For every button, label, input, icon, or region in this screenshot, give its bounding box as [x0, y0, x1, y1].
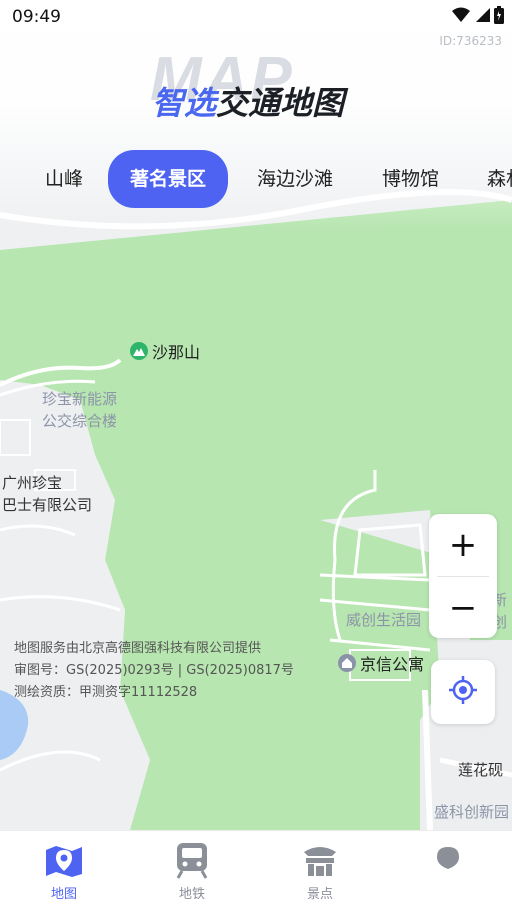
subway-icon — [142, 839, 242, 881]
app-title-highlight: 智选 — [152, 84, 217, 122]
tab-profile[interactable] — [398, 839, 498, 883]
category-beach[interactable]: 海边沙滩 — [257, 150, 333, 208]
clock: 09:49 — [12, 7, 61, 27]
zoom-out-button[interactable]: − — [429, 577, 497, 639]
status-bar: 09:49 — [0, 0, 512, 32]
signal-icon — [474, 7, 490, 27]
poi-jingxin-apartment[interactable]: 京信公寓 — [338, 651, 424, 675]
tab-label: 地图 — [50, 887, 77, 902]
tab-label: 景点 — [306, 887, 333, 902]
crosshair-icon — [448, 675, 478, 709]
category-mountains[interactable]: 山峰 — [45, 150, 83, 208]
poi-label: 京信公寓 — [360, 655, 425, 674]
category-famous-scenic[interactable]: 著名景区 — [108, 150, 229, 208]
map-label-residence: 威创生活园 — [346, 611, 422, 629]
app-title: 智选交通地图 — [152, 78, 344, 124]
category-forest[interactable]: 森林 — [487, 150, 512, 208]
credit-line: 审图号：GS(2025)0293号 | GS(2025)0817号 — [14, 663, 294, 678]
map-icon — [14, 839, 114, 881]
poi-label: 沙那山 — [152, 343, 201, 362]
building-pin-icon — [338, 654, 356, 672]
battery-icon — [494, 6, 504, 28]
credit-line: 测绘资质：甲测资字11112528 — [14, 685, 198, 700]
map-label-company: 广州珍宝 巴士有限公司 — [2, 474, 93, 514]
credit-line: 地图服务由北京高德图强科技有限公司提供 — [14, 641, 262, 656]
app-title-rest: 交通地图 — [216, 84, 345, 122]
map-label-bus-depot: 珍宝新能源 公交综合楼 — [42, 390, 118, 430]
category-tabs: 山峰 著名景区 海边沙滩 博物馆 森林 — [0, 150, 512, 210]
landmark-icon — [270, 839, 370, 881]
category-museum[interactable]: 博物馆 — [382, 150, 439, 208]
tab-label: 地铁 — [178, 887, 205, 902]
zoom-in-button[interactable]: + — [429, 514, 497, 576]
wifi-icon — [452, 7, 470, 27]
map-label-road: 莲花砚 — [458, 761, 504, 779]
profile-icon — [398, 839, 498, 881]
map-label-park: 盛科创新园 — [434, 803, 510, 821]
mountain-pin-icon — [130, 342, 148, 360]
tab-attractions[interactable]: 景点 — [270, 839, 370, 902]
bottom-tab-bar: 地图 地铁 景点 — [0, 830, 512, 911]
zoom-control: + − — [429, 514, 497, 638]
locate-button[interactable] — [431, 660, 495, 724]
tab-subway[interactable]: 地铁 — [142, 839, 242, 902]
brand-header: MAP 智选交通地图 — [0, 40, 512, 130]
poi-shanashan[interactable]: 沙那山 — [130, 339, 200, 363]
tab-map[interactable]: 地图 — [14, 839, 114, 902]
map-credits: 地图服务由北京高德图强科技有限公司提供 审图号：GS(2025)0293号 | … — [14, 638, 294, 704]
